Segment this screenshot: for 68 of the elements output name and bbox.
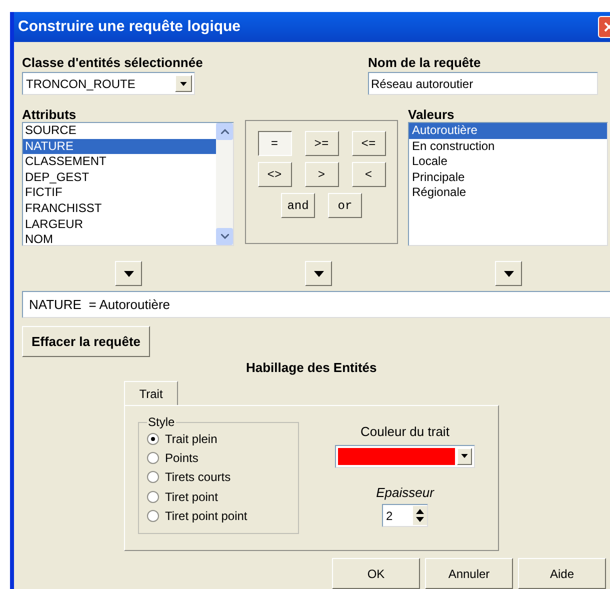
radio-label: Tirets courts xyxy=(165,469,231,486)
clear-query-button[interactable]: Effacer la requête xyxy=(22,326,150,357)
radio-label: Tiret point point xyxy=(165,508,248,525)
attribute-item[interactable]: DEP_GEST xyxy=(23,170,216,186)
styling-title: Habillage des Entités xyxy=(246,360,377,375)
radio-label: Tiret point xyxy=(165,488,218,506)
operator-button[interactable]: and xyxy=(281,193,315,218)
attribute-item[interactable]: FICTIF xyxy=(23,185,216,201)
query-name-field[interactable]: Réseau autoroutier xyxy=(368,72,598,95)
feature-class-label: Classe d'entités sélectionnée xyxy=(22,55,204,71)
dropdown-button[interactable] xyxy=(495,261,522,286)
caret-icon xyxy=(504,270,514,276)
value-item[interactable]: Principale xyxy=(409,170,607,186)
radio-label: Points xyxy=(165,450,198,467)
dropdown-button[interactable] xyxy=(115,261,142,286)
radio-button[interactable] xyxy=(147,452,159,464)
operator-button[interactable]: > xyxy=(304,162,338,187)
dialog-button[interactable]: OK xyxy=(332,558,420,589)
dialog-button[interactable]: Annuler xyxy=(425,558,513,589)
attributes-list[interactable]: SOURCE NATURE CLASSEMENT DEP_GEST FICTIF FRANCHISST LARGEUR NOM xyxy=(22,122,234,246)
radio-label: Trait plein xyxy=(165,430,218,448)
feature-class-combo[interactable]: TRONCON_ROUTE xyxy=(22,72,195,95)
scroll-down-icon xyxy=(220,234,228,239)
attribute-item[interactable]: SOURCE xyxy=(23,123,216,139)
attribute-item[interactable]: LARGEUR xyxy=(23,216,216,232)
dropdown-button[interactable] xyxy=(305,261,332,286)
operator-button[interactable]: or xyxy=(328,193,362,218)
operator-button[interactable]: = xyxy=(258,131,292,156)
value-item[interactable]: Régionale xyxy=(409,185,607,201)
values-list[interactable]: Autoroutière En construction Locale Principale Régionale xyxy=(408,122,608,246)
attribute-item[interactable]: FRANCHISST xyxy=(23,200,216,217)
thickness-label: Epaisseur xyxy=(376,484,434,502)
caret-icon xyxy=(461,454,468,458)
style-label: Style xyxy=(147,414,176,430)
radio-button[interactable] xyxy=(147,490,159,503)
values-label: Valeurs xyxy=(408,109,456,121)
thickness-spinner[interactable]: 2 xyxy=(382,504,428,527)
line-color-combo[interactable] xyxy=(335,444,475,468)
operator-button[interactable]: <= xyxy=(352,131,386,156)
tab[interactable]: Trait xyxy=(124,381,178,405)
operator-button[interactable]: < xyxy=(352,162,386,187)
dialog-button[interactable]: Aide xyxy=(518,558,606,589)
query-field[interactable]: NATURE = Autoroutière xyxy=(22,291,610,318)
operator-button[interactable]: <> xyxy=(258,162,292,187)
attributes-label: Attributs xyxy=(22,109,78,121)
radio-button[interactable] xyxy=(147,432,159,445)
radio-button[interactable] xyxy=(147,471,159,484)
operator-button[interactable]: >= xyxy=(304,131,338,156)
caret-icon xyxy=(314,270,324,276)
combo-arrow-button[interactable] xyxy=(457,448,472,464)
scroll-up-icon xyxy=(220,129,228,134)
line-color-label: Couleur du trait xyxy=(360,423,450,441)
query-name-label: Nom de la requête xyxy=(368,55,482,71)
caret-icon xyxy=(124,270,134,276)
combo-arrow-button[interactable] xyxy=(175,75,192,92)
thickness-value: 2 xyxy=(386,508,394,524)
value-item[interactable]: En construction xyxy=(409,138,607,154)
value-item[interactable]: Locale xyxy=(409,154,607,170)
caret-icon xyxy=(180,82,187,86)
attribute-item[interactable]: NATURE xyxy=(23,138,216,154)
radio-button[interactable] xyxy=(147,510,159,522)
value-item[interactable]: Autoroutière xyxy=(409,123,607,139)
attribute-item[interactable]: NOM xyxy=(23,232,216,245)
window-title: Construire une requête logique xyxy=(18,16,241,37)
attribute-item[interactable]: CLASSEMENT xyxy=(23,154,216,170)
scrollbar[interactable] xyxy=(216,123,233,245)
spin-arrows-icon[interactable] xyxy=(413,506,427,525)
combo-value: TRONCON_ROUTE xyxy=(26,76,136,92)
